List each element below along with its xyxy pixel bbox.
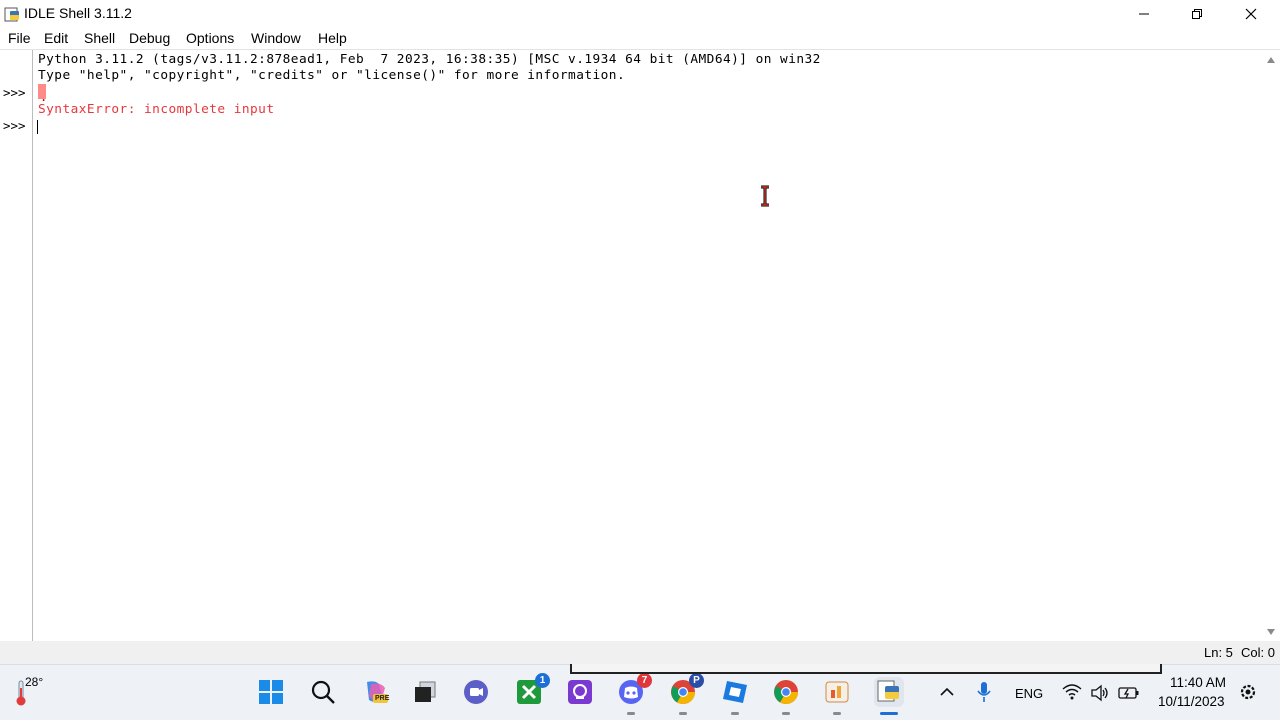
copilot-pre-label: PRE (375, 695, 390, 702)
show-hidden-icons-button[interactable] (933, 677, 961, 707)
menu-help[interactable]: Help (318, 30, 347, 46)
clock[interactable]: 11:40 AM 10/11/2023 (1150, 673, 1234, 713)
chrome-profile-running-indicator (679, 712, 687, 715)
menu-file[interactable]: File (8, 30, 31, 46)
microphone-button[interactable] (970, 677, 998, 707)
purple-app-button[interactable] (565, 677, 595, 707)
chrome-profile-button[interactable]: P (668, 673, 704, 707)
menu-options[interactable]: Options (186, 30, 234, 46)
minimize-icon (1139, 13, 1149, 15)
xbox-button[interactable]: 1 (514, 673, 550, 707)
battery-icon (1118, 687, 1139, 699)
task-view-icon (415, 681, 436, 702)
text-caret (37, 120, 38, 134)
studio-running-indicator (731, 712, 739, 715)
clock-date: 10/11/2023 (1158, 694, 1225, 709)
teams-button[interactable] (461, 677, 491, 707)
python-idle-button[interactable] (874, 677, 904, 707)
xbox-badge: 1 (535, 673, 550, 688)
roblox-studio-icon (723, 681, 747, 703)
menu-edit[interactable]: Edit (44, 30, 68, 46)
discord-button[interactable]: 7 (616, 673, 652, 707)
discord-badge: 7 (637, 673, 652, 688)
restore-button[interactable] (1171, 0, 1223, 28)
menu-bar: File Edit Shell Debug Options Window Hel… (0, 28, 1280, 49)
windows-start-button[interactable] (256, 677, 286, 707)
volume-icon (1091, 684, 1108, 702)
restore-icon (1192, 9, 1202, 19)
menu-debug[interactable]: Debug (129, 30, 170, 46)
wifi-icon (1062, 684, 1082, 700)
idle-app-icon (4, 7, 19, 22)
chrome-running-indicator (782, 712, 790, 715)
banner-line-2: Type "help", "copyright", "credits" or "… (38, 68, 626, 83)
menu-window[interactable]: Window (251, 30, 301, 46)
weather-widget[interactable]: 28° (10, 673, 54, 713)
paint-app-button[interactable] (822, 677, 852, 707)
vertical-scrollbar[interactable] (1262, 50, 1280, 642)
minimize-button[interactable] (1118, 0, 1170, 28)
teams-icon (464, 680, 488, 704)
settings-notification-icon (1240, 684, 1256, 700)
status-line: Ln: 5 (1204, 645, 1233, 660)
window-title: IDLE Shell 3.11.2 (24, 5, 132, 21)
chrome-button[interactable] (771, 677, 801, 707)
discord-running-indicator (627, 712, 635, 715)
python-idle-icon (877, 680, 899, 702)
copilot-button[interactable]: PRE (360, 677, 390, 707)
search-button[interactable] (308, 677, 338, 707)
python-active-indicator (880, 712, 898, 715)
close-icon (1245, 8, 1257, 20)
title-bar[interactable]: IDLE Shell 3.11.2 (0, 0, 1280, 28)
prompt-gutter: >>> >>> (0, 50, 33, 642)
menu-shell[interactable]: Shell (84, 30, 115, 46)
close-button[interactable] (1225, 0, 1277, 28)
network-volume-battery[interactable] (1062, 683, 1142, 705)
notifications-button[interactable] (1236, 677, 1260, 707)
language-indicator[interactable]: ENG (1015, 686, 1043, 701)
studio-button[interactable] (720, 677, 750, 707)
paint-running-indicator (833, 712, 841, 715)
microphone-icon (977, 682, 991, 702)
prompt-1: >>> (3, 85, 26, 100)
status-bar: Ln: 5 Col: 0 (0, 641, 1280, 664)
scroll-up-icon[interactable] (1266, 56, 1276, 64)
status-col: Col: 0 (1241, 645, 1275, 660)
task-view-button[interactable] (410, 677, 440, 707)
clock-time: 11:40 AM (1170, 675, 1227, 690)
horizontal-scroll-strip (570, 664, 1162, 674)
chevron-up-icon (940, 687, 954, 696)
paint-app-icon (825, 681, 849, 703)
prompt-2: >>> (3, 118, 26, 133)
scroll-down-icon[interactable] (1266, 628, 1276, 636)
chrome-profile-badge: P (689, 673, 704, 688)
search-icon (311, 680, 335, 704)
app-icon (568, 680, 592, 704)
error-message: SyntaxError: incomplete input (38, 102, 275, 117)
banner-line-1: Python 3.11.2 (tags/v3.11.2:878ead1, Feb… (38, 52, 821, 67)
weather-temp: 28° (25, 675, 44, 689)
windows-start-icon (259, 680, 283, 704)
ibeam-cursor-icon (761, 185, 769, 207)
chrome-icon (774, 680, 798, 705)
shell-text-area[interactable]: >>> >>> Python 3.11.2 (tags/v3.11.2:878e… (0, 49, 1280, 642)
